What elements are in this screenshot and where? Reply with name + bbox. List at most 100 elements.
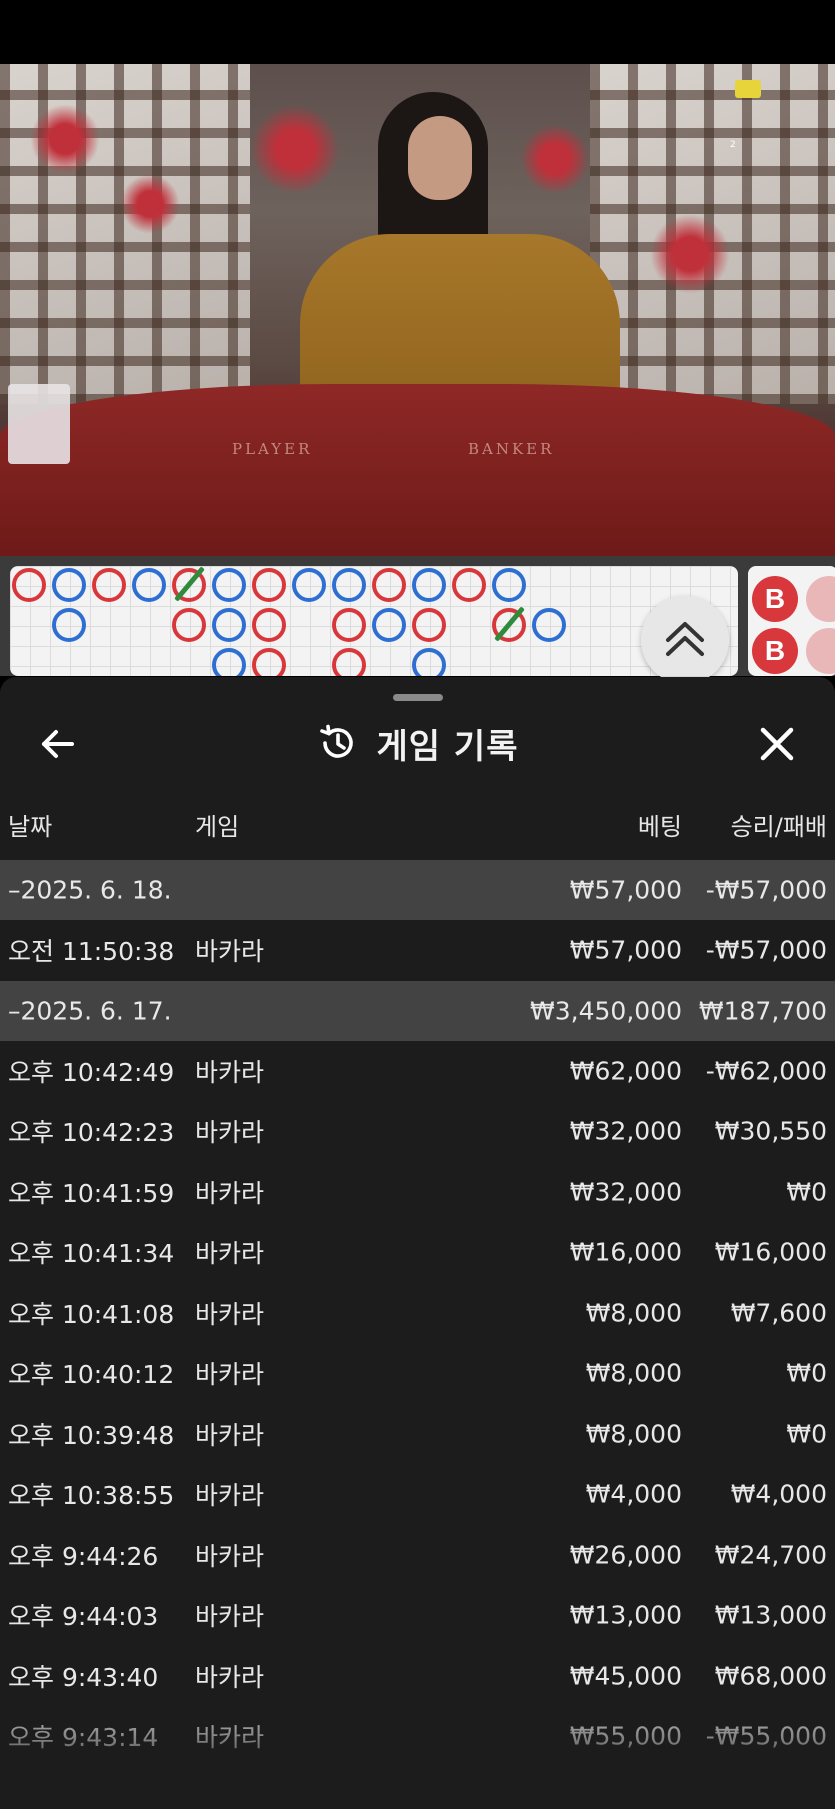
row-game: 바카라 xyxy=(195,1662,265,1692)
row-result: ₩7,600 xyxy=(730,1298,827,1328)
player-bead xyxy=(332,568,366,602)
row-game: 바카라 xyxy=(195,1602,265,1632)
history-row[interactable]: 오후 10:41:59 바카라 ₩32,000 ₩0 xyxy=(0,1162,835,1223)
row-time: 오후 10:41:34 xyxy=(8,1239,175,1269)
column-header-result: 승리/패배 xyxy=(730,813,827,841)
big-road-board[interactable] xyxy=(10,566,738,676)
column-header-bet: 베팅 xyxy=(637,813,682,841)
row-game: 바카라 xyxy=(195,1299,265,1329)
history-row[interactable]: 오후 10:42:23 바카라 ₩32,000 ₩30,550 xyxy=(0,1101,835,1162)
row-game: 바카라 xyxy=(195,1118,265,1148)
row-game: 바카라 xyxy=(195,1723,265,1753)
history-row[interactable]: 오후 9:44:26 바카라 ₩26,000 ₩24,700 xyxy=(0,1525,835,1586)
group-date: –2025. 6. 17. xyxy=(8,996,172,1025)
row-game: 바카라 xyxy=(195,1057,265,1087)
date-group-row[interactable]: –2025. 6. 18. ₩57,000 -₩57,000 xyxy=(0,860,835,920)
row-bet: ₩62,000 xyxy=(569,1056,682,1086)
game-history-sheet: 게임 기록 날짜 게임 베팅 승리/패배 –2025. 6. 18. ₩57,00… xyxy=(0,677,835,1809)
group-bet-total: ₩57,000 xyxy=(569,875,682,905)
date-group-row[interactable]: –2025. 6. 17. ₩3,450,000 ₩187,700 xyxy=(0,980,835,1041)
history-icon xyxy=(319,724,353,758)
row-time: 오후 10:41:08 xyxy=(8,1299,175,1329)
row-result: ₩68,000 xyxy=(714,1661,827,1691)
row-time: 오후 10:38:55 xyxy=(8,1481,175,1511)
bead-road-board[interactable]: B B xyxy=(748,566,835,676)
row-result: ₩24,700 xyxy=(714,1540,827,1570)
table-label-player: PLAYER xyxy=(232,440,313,458)
row-game: 바카라 xyxy=(195,937,265,967)
row-time: 오후 10:42:23 xyxy=(8,1118,175,1148)
history-row[interactable]: 오후 10:38:55 바카라 ₩4,000 ₩4,000 xyxy=(0,1464,835,1525)
history-row[interactable]: 오후 9:43:14 바카라 ₩55,000 -₩55,000 xyxy=(0,1706,835,1767)
blossom-decoration xyxy=(520,124,590,194)
row-bet: ₩13,000 xyxy=(569,1600,682,1630)
player-bead xyxy=(212,648,246,676)
group-result-total: -₩57,000 xyxy=(705,875,827,905)
banker-chip: B xyxy=(752,576,798,622)
history-row[interactable]: 오후 9:44:03 바카라 ₩13,000 ₩13,000 xyxy=(0,1585,835,1646)
banker-bead xyxy=(92,568,126,602)
row-result: ₩0 xyxy=(786,1358,827,1388)
banker-bead xyxy=(372,568,406,602)
baccarat-table xyxy=(0,384,835,556)
row-time: 오후 9:43:14 xyxy=(8,1723,159,1753)
row-result: ₩0 xyxy=(786,1419,827,1449)
player-bead xyxy=(292,568,326,602)
row-game: 바카라 xyxy=(195,1239,265,1269)
row-bet: ₩16,000 xyxy=(569,1237,682,1267)
blossom-decoration xyxy=(120,174,180,234)
row-bet: ₩45,000 xyxy=(569,1661,682,1691)
row-time: 오후 9:44:03 xyxy=(8,1602,159,1632)
row-time: 오전 11:50:38 xyxy=(8,937,175,967)
player-bead xyxy=(132,568,166,602)
banker-bead xyxy=(332,648,366,676)
row-time: 오후 10:41:59 xyxy=(8,1178,175,1208)
history-row[interactable]: 오후 10:41:34 바카라 ₩16,000 ₩16,000 xyxy=(0,1222,835,1283)
history-row[interactable]: 오후 10:41:08 바카라 ₩8,000 ₩7,600 xyxy=(0,1283,835,1344)
player-bead xyxy=(532,608,566,642)
banker-chip-partial xyxy=(806,576,835,622)
row-game: 바카라 xyxy=(195,1360,265,1390)
group-result-total: ₩187,700 xyxy=(698,996,827,1025)
row-result: -₩62,000 xyxy=(705,1056,827,1086)
card-stack xyxy=(8,384,70,464)
close-button[interactable] xyxy=(755,722,799,766)
row-time: 오후 10:40:12 xyxy=(8,1360,175,1390)
player-bead xyxy=(212,608,246,642)
camera-tag xyxy=(735,80,761,98)
player-bead xyxy=(52,568,86,602)
blossom-decoration xyxy=(30,104,100,174)
camera-number: 2 xyxy=(730,140,736,150)
close-icon xyxy=(760,727,794,761)
row-result: -₩57,000 xyxy=(705,935,827,965)
row-time: 오후 10:42:49 xyxy=(8,1057,175,1087)
row-bet: ₩32,000 xyxy=(569,1116,682,1146)
history-row[interactable]: 오후 9:43:40 바카라 ₩45,000 ₩68,000 xyxy=(0,1646,835,1707)
player-bead xyxy=(212,568,246,602)
row-bet: ₩8,000 xyxy=(585,1298,682,1328)
banker-bead xyxy=(252,648,286,676)
row-bet: ₩26,000 xyxy=(569,1540,682,1570)
sheet-grabber[interactable] xyxy=(393,694,443,701)
history-row[interactable]: 오후 10:39:48 바카라 ₩8,000 ₩0 xyxy=(0,1404,835,1465)
row-result: ₩16,000 xyxy=(714,1237,827,1267)
blossom-decoration xyxy=(650,214,730,294)
banker-bead xyxy=(412,608,446,642)
banker-chip: B xyxy=(752,628,798,674)
player-bead xyxy=(412,568,446,602)
row-time: 오후 10:39:48 xyxy=(8,1420,175,1450)
column-header-game: 게임 xyxy=(195,813,240,841)
page-title: 게임 기록 xyxy=(376,726,519,767)
row-game: 바카라 xyxy=(195,1420,265,1450)
banker-bead xyxy=(252,608,286,642)
history-row[interactable]: 오후 10:42:49 바카라 ₩62,000 -₩62,000 xyxy=(0,1041,835,1102)
player-bead xyxy=(412,648,446,676)
player-bead xyxy=(372,608,406,642)
history-row[interactable]: 오전 11:50:38 바카라 ₩57,000 -₩57,000 xyxy=(0,920,835,981)
row-bet: ₩4,000 xyxy=(585,1479,682,1509)
history-row[interactable]: 오후 10:40:12 바카라 ₩8,000 ₩0 xyxy=(0,1343,835,1404)
column-header-date: 날짜 xyxy=(8,813,53,841)
group-date: –2025. 6. 18. xyxy=(8,875,172,905)
history-list: –2025. 6. 18. ₩57,000 -₩57,000 오전 11:50:38 바… xyxy=(0,860,835,1767)
expand-roadmap-button[interactable] xyxy=(641,596,729,684)
